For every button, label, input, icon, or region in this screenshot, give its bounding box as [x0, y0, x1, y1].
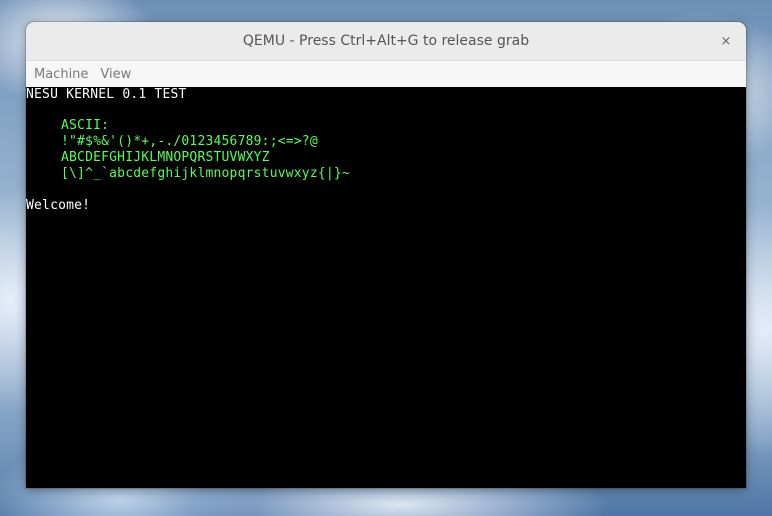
welcome-text: Welcome! [26, 198, 91, 213]
close-icon[interactable]: × [716, 31, 736, 51]
menu-bar: Machine View [26, 61, 746, 88]
vm-display[interactable]: NESU KERNEL 0.1 TEST ASCII: !"#$%&'()*+,… [26, 87, 746, 488]
title-bar[interactable]: QEMU - Press Ctrl+Alt+G to release grab … [26, 22, 746, 61]
kernel-header-text: NESU KERNEL 0.1 TEST [26, 87, 187, 102]
ascii-lowercase-line: [\]^_`abcdefghijklmnopqrstuvwxyz{|}~ [61, 166, 350, 181]
menu-machine[interactable]: Machine [28, 67, 94, 82]
ascii-label: ASCII: [61, 118, 110, 133]
qemu-window: QEMU - Press Ctrl+Alt+G to release grab … [26, 22, 746, 488]
ascii-uppercase-line: ABCDEFGHIJKLMNOPQRSTUVWXYZ [61, 150, 270, 165]
menu-view[interactable]: View [94, 67, 137, 82]
ascii-symbols-line: !"#$%&'()*+,-./0123456789:;<=>?@ [61, 134, 318, 149]
window-title: QEMU - Press Ctrl+Alt+G to release grab [242, 33, 530, 49]
